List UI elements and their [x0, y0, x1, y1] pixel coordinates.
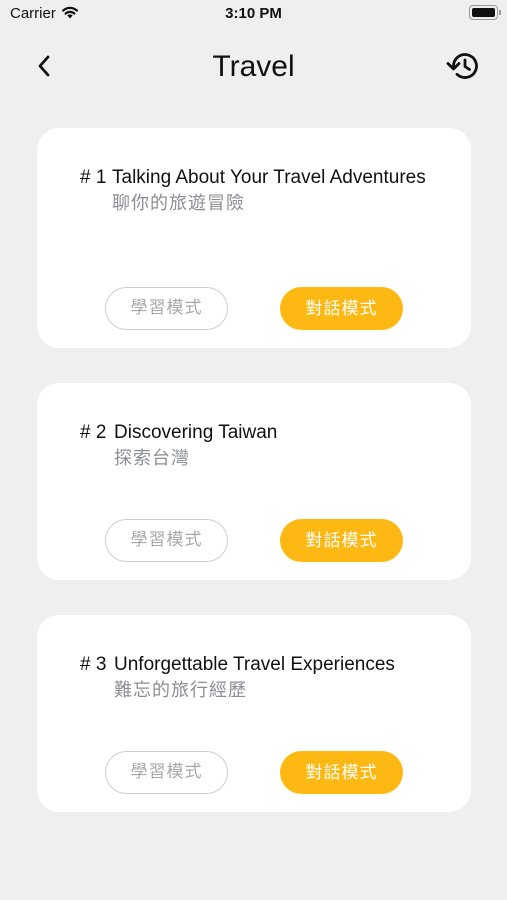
page-title: Travel	[212, 50, 295, 83]
study-mode-button[interactable]: 學習模式	[105, 287, 228, 330]
study-mode-button[interactable]: 學習模式	[105, 751, 228, 794]
lesson-title-zh: 聊你的旅遊冒險	[112, 193, 245, 213]
clock: 3:10 PM	[225, 5, 282, 22]
lesson-title-en: Talking About Your Travel Adventures	[112, 167, 426, 188]
lesson-number: # 1	[80, 167, 107, 188]
lesson-title-zh: 難忘的旅行經歷	[114, 680, 247, 700]
chat-mode-button[interactable]: 對話模式	[280, 519, 403, 562]
lesson-title-en: Unforgettable Travel Experiences	[114, 654, 395, 675]
lesson-number: # 2	[80, 422, 107, 443]
screen: Carrier 3:10 PM Travel # 1 Talking About…	[0, 0, 507, 900]
lesson-card[interactable]: # 1 Talking About Your Travel Adventures…	[37, 128, 471, 348]
navigation-bar: Travel	[0, 40, 507, 96]
study-mode-button[interactable]: 學習模式	[105, 519, 228, 562]
battery-icon	[469, 5, 498, 20]
lesson-title-block: # 2 Discovering Taiwan 探索台灣	[80, 421, 430, 470]
chat-mode-button[interactable]: 對話模式	[280, 287, 403, 330]
battery-tip	[499, 10, 501, 15]
lesson-title-en: Discovering Taiwan	[114, 422, 278, 443]
lesson-card[interactable]: # 3 Unforgettable Travel Experiences 難忘的…	[37, 615, 471, 812]
history-button[interactable]	[444, 50, 482, 86]
lesson-title-block: # 3 Unforgettable Travel Experiences 難忘的…	[80, 653, 440, 702]
lesson-number: # 3	[80, 654, 107, 675]
lesson-card[interactable]: # 2 Discovering Taiwan 探索台灣 學習模式 對話模式	[37, 383, 471, 580]
lesson-title-block: # 1 Talking About Your Travel Adventures…	[80, 166, 430, 215]
status-bar: Carrier 3:10 PM	[0, 0, 507, 30]
chat-mode-button[interactable]: 對話模式	[280, 751, 403, 794]
lesson-title-zh: 探索台灣	[114, 448, 190, 468]
history-icon	[445, 50, 481, 87]
